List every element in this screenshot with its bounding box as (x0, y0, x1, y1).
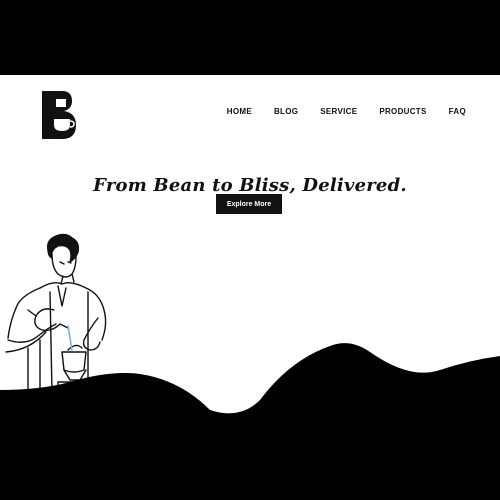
brand-logo[interactable] (24, 83, 92, 147)
nav-blog[interactable]: BLOG (274, 107, 298, 116)
nav-home[interactable]: HOME (227, 107, 252, 116)
hero-title: From Bean to Bliss, Delivered. (93, 175, 407, 197)
wave-divider (0, 330, 500, 420)
nav-products[interactable]: PRODUCTS (379, 107, 426, 116)
nav-faq[interactable]: FAQ (449, 107, 466, 116)
landing-page: HOME BLOG SERVICE PRODUCTS FAQ From Bean… (0, 75, 500, 420)
explore-more-button[interactable]: Explore More (216, 194, 282, 214)
main-nav: HOME BLOG SERVICE PRODUCTS FAQ (227, 107, 466, 116)
nav-service[interactable]: SERVICE (320, 107, 357, 116)
b-coffee-logo-icon (42, 91, 76, 139)
